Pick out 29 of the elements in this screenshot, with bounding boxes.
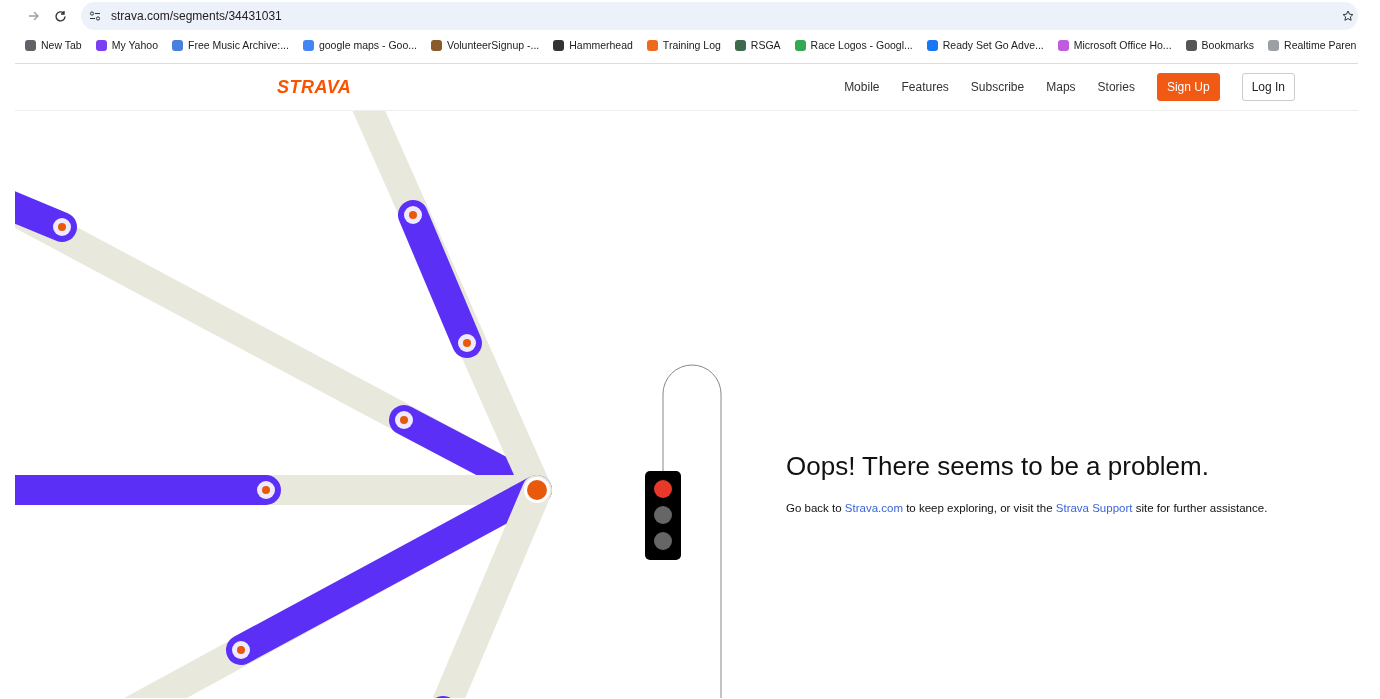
nav-link[interactable]: Features — [901, 80, 949, 94]
bookmark-link[interactable]: New Tab — [25, 39, 82, 51]
bookmark-link[interactable]: Free Music Archive:... — [172, 39, 289, 51]
bookmark-link[interactable]: Ready Set Go Adve... — [926, 39, 1044, 51]
bookmark-link[interactable]: My Yahoo — [95, 39, 158, 51]
bookmark-link[interactable]: Hammerhead — [553, 39, 633, 51]
nav-link[interactable]: Maps — [1046, 80, 1076, 94]
site-settings-icon[interactable] — [89, 11, 101, 21]
error-message: Go back to Strava.com to keep exploring, or visit the Strava Support site for further assistance. — [786, 502, 1268, 514]
bookmark-link[interactable]: Bookmarks — [1185, 39, 1255, 51]
text-link[interactable]: Strava Support — [1055, 502, 1133, 514]
bookmark-link[interactable]: google maps - Goo... — [302, 39, 417, 51]
text-link[interactable]: Strava.com — [844, 502, 903, 514]
bookmark-link[interactable]: VolunteerSignup -... — [431, 39, 540, 51]
bookmark-link[interactable]: Training Log — [646, 39, 721, 51]
nav-link[interactable]: Subscribe — [970, 80, 1025, 94]
bookmark-link[interactable]: RSGA — [734, 39, 781, 51]
bookmark-link[interactable]: Realtime Paren — [1268, 39, 1357, 51]
url-text: strava.com/segments/34431031 — [111, 9, 282, 23]
star-icon[interactable] — [1342, 10, 1354, 22]
log-in-button[interactable]: Log In — [1241, 73, 1295, 101]
address-bar[interactable]: strava.com/segments/34431031 — [81, 2, 1358, 30]
bookmark-link[interactable]: Race Logos - Googl... — [794, 39, 913, 51]
nav-link[interactable]: Stories — [1097, 80, 1135, 94]
nav-link[interactable]: Mobile — [844, 80, 880, 94]
forward-icon[interactable] — [28, 10, 40, 22]
bookmark-link[interactable]: Microsoft Office Ho... — [1057, 39, 1172, 51]
reload-icon[interactable] — [54, 9, 67, 23]
error-title: Oops! There seems to be a problem. — [786, 451, 1210, 482]
